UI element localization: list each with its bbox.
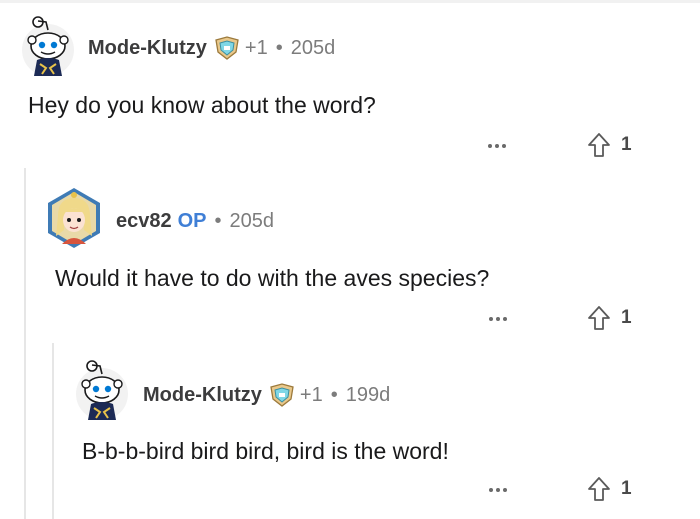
username-link[interactable]: Mode-Klutzy bbox=[88, 37, 207, 60]
comment-meta: Mode-Klutzy +1 • 199d bbox=[143, 383, 390, 407]
upvote-arrow-icon[interactable] bbox=[587, 132, 611, 158]
upvote-button[interactable]: 1 bbox=[587, 305, 632, 331]
top-divider bbox=[0, 0, 700, 3]
snoo-avatar-icon[interactable] bbox=[20, 16, 76, 78]
timestamp[interactable]: 205d bbox=[230, 210, 275, 233]
op-badge: OP bbox=[177, 210, 207, 232]
comment-body: Would it have to do with the aves specie… bbox=[55, 265, 490, 291]
vote-count: 1 bbox=[621, 478, 632, 499]
separator-dot: • bbox=[330, 383, 338, 406]
timestamp[interactable]: 205d bbox=[291, 37, 336, 60]
vote-count: 1 bbox=[621, 134, 632, 155]
upvote-arrow-icon[interactable] bbox=[587, 305, 611, 331]
award-badge-icon[interactable] bbox=[268, 383, 296, 407]
username-link[interactable]: Mode-Klutzy bbox=[143, 384, 262, 407]
award-count: +1 bbox=[244, 36, 268, 59]
upvote-button[interactable]: 1 bbox=[587, 132, 632, 158]
vote-count: 1 bbox=[621, 307, 632, 328]
upvote-arrow-icon[interactable] bbox=[587, 476, 611, 502]
more-options-icon[interactable] bbox=[489, 317, 507, 321]
more-options-icon[interactable] bbox=[488, 144, 506, 148]
timestamp[interactable]: 199d bbox=[346, 384, 391, 407]
award-count: +1 bbox=[299, 383, 323, 406]
snoo-avatar-icon[interactable] bbox=[74, 360, 130, 422]
anime-character-avatar-icon[interactable] bbox=[44, 186, 104, 250]
username-link[interactable]: ecv82 bbox=[116, 210, 172, 233]
thread-line-level-1[interactable] bbox=[24, 168, 26, 519]
thread-line-level-2[interactable] bbox=[52, 343, 54, 519]
comment-body: B-b-b-bird bird bird, bird is the word! bbox=[82, 438, 449, 464]
separator-dot: • bbox=[275, 36, 283, 59]
comment-meta: ecv82 OP • 205d bbox=[116, 210, 274, 233]
comment-reply: Mode-Klutzy +1 • 199d B-b-b-bird bird bi… bbox=[0, 0, 700, 519]
comment-meta: Mode-Klutzy +1 • 205d bbox=[88, 36, 335, 60]
more-options-icon[interactable] bbox=[489, 488, 507, 492]
separator-dot: • bbox=[214, 210, 222, 232]
comment-body: Hey do you know about the word? bbox=[28, 92, 376, 118]
upvote-button[interactable]: 1 bbox=[587, 476, 632, 502]
award-badge-icon[interactable] bbox=[213, 36, 241, 60]
